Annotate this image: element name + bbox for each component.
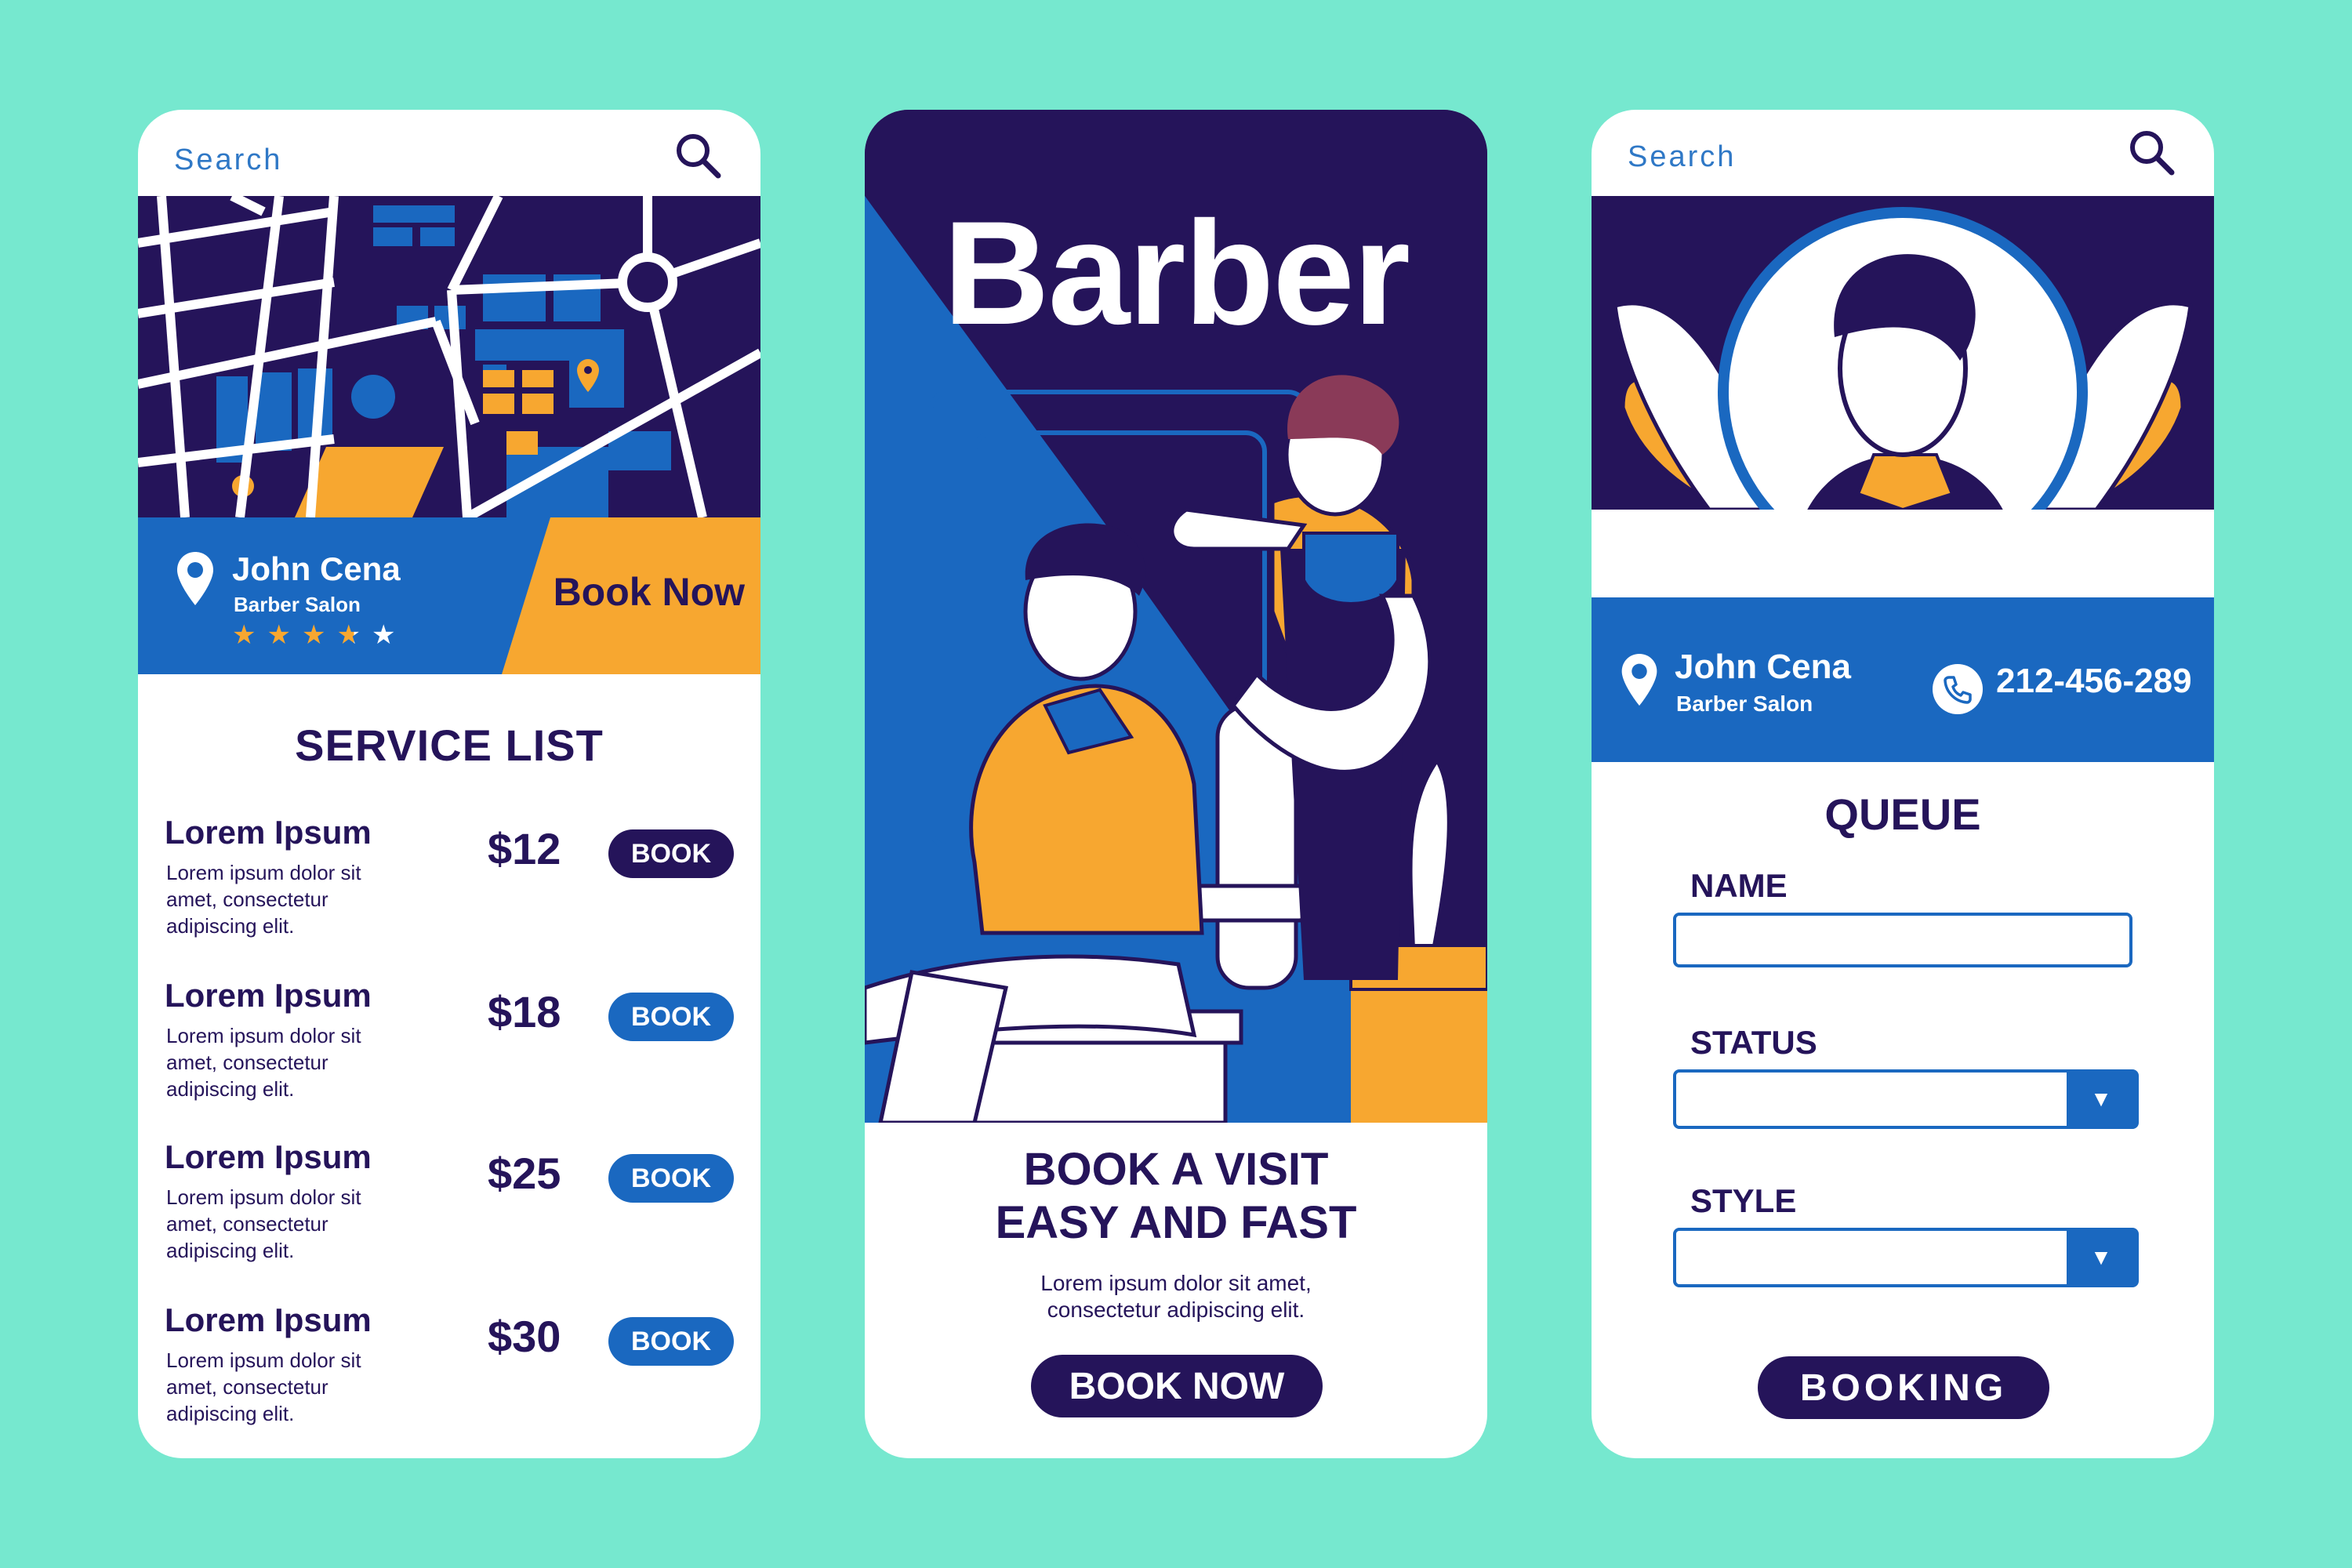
search-bar (1592, 110, 2214, 196)
search-icon[interactable] (2125, 125, 2180, 180)
service-list-title: SERVICE LIST (295, 720, 604, 770)
search-icon[interactable] (671, 129, 726, 183)
search-input[interactable] (172, 140, 615, 180)
barber-salon: Barber Salon (1676, 691, 1813, 716)
star-icon: ★ (232, 620, 267, 650)
service-list-screen: John Cena Barber Salon ★★★★★ Book Now SE… (138, 110, 760, 1458)
service-price: $18 (488, 987, 561, 1036)
queue-screen: John Cena Barber Salon 212-456-289 QUEUE… (1592, 110, 2214, 1458)
name-label: NAME (1690, 867, 1788, 904)
contact-banner: John Cena Barber Salon 212-456-289 (1592, 597, 2214, 762)
star-icon: ★ (267, 620, 302, 650)
service-item: Lorem Ipsum Lorem ipsum dolor sit amet, … (165, 814, 737, 955)
service-name: Lorem Ipsum (165, 814, 372, 851)
half-star-icon: ★ (336, 620, 372, 650)
service-item: Lorem Ipsum Lorem ipsum dolor sit amet, … (165, 1138, 737, 1279)
rating-stars: ★★★★★ (232, 619, 406, 651)
service-price: $25 (488, 1149, 561, 1198)
location-pin-icon (1621, 653, 1657, 706)
book-service-button[interactable]: BOOK (608, 993, 734, 1041)
headline-line-2: EASY AND FAST (995, 1197, 1357, 1248)
salon-name: John Cena (232, 550, 401, 587)
book-now-link[interactable]: Book Now (554, 569, 745, 615)
service-description: Lorem ipsum dolor sit amet, consectetur … (166, 1348, 361, 1425)
style-label: STYLE (1690, 1182, 1797, 1219)
service-description: Lorem ipsum dolor sit amet, consectetur … (166, 861, 361, 938)
salon-type: Barber Salon (234, 593, 361, 616)
phone-icon[interactable] (1932, 663, 1984, 715)
book-service-button[interactable]: BOOK (608, 829, 734, 878)
booking-button[interactable]: BOOKING (1758, 1356, 2049, 1419)
service-description: Lorem ipsum dolor sit amet, consectetur … (166, 1024, 361, 1101)
search-bar (138, 110, 760, 196)
profile-header (1592, 196, 2214, 510)
name-field[interactable] (1673, 913, 2132, 967)
book-service-button[interactable]: BOOK (608, 1317, 734, 1366)
service-name: Lorem Ipsum (165, 1301, 372, 1338)
search-input[interactable] (1626, 136, 2068, 177)
service-name: Lorem Ipsum (165, 977, 372, 1014)
book-now-button[interactable]: BOOK NOW (1031, 1355, 1323, 1417)
headline: BOOK A VISIT EASY AND FAST (865, 1143, 1487, 1250)
sub-text: Lorem ipsum dolor sit amet, consectetur … (1040, 1271, 1312, 1322)
phone-number[interactable]: 212-456-289 (1996, 662, 2192, 701)
style-select[interactable]: ▼ (1673, 1228, 2139, 1287)
service-name: Lorem Ipsum (165, 1138, 372, 1175)
location-banner: John Cena Barber Salon ★★★★★ Book Now (138, 517, 760, 674)
chevron-down-icon[interactable]: ▼ (2067, 1231, 2136, 1284)
status-select[interactable]: ▼ (1673, 1069, 2139, 1129)
service-item: Lorem Ipsum Lorem ipsum dolor sit amet, … (165, 1301, 737, 1443)
barber-name: John Cena (1675, 648, 1851, 686)
status-label: STATUS (1690, 1024, 1817, 1061)
star-icon: ★ (301, 620, 337, 650)
hero-title: Barber (942, 191, 1410, 355)
headline-line-1: BOOK A VISIT (1023, 1144, 1329, 1195)
service-price: $12 (488, 824, 561, 873)
location-map[interactable] (138, 196, 760, 517)
service-description: Lorem ipsum dolor sit amet, consectetur … (166, 1185, 361, 1262)
landing-screen: Barber BOOK A VISIT EASY AND FAST Lorem … (865, 110, 1487, 1458)
avatar-illustration (1592, 196, 2214, 510)
service-price: $30 (488, 1312, 561, 1361)
book-service-button[interactable]: BOOK (608, 1154, 734, 1203)
chevron-down-icon[interactable]: ▼ (2067, 1073, 2136, 1126)
queue-title: QUEUE (1824, 789, 1981, 839)
location-pin-icon (177, 552, 213, 605)
star-outline-icon: ★ (371, 620, 407, 650)
hero-illustration: Barber (865, 110, 1487, 1123)
service-item: Lorem Ipsum Lorem ipsum dolor sit amet, … (165, 977, 737, 1118)
